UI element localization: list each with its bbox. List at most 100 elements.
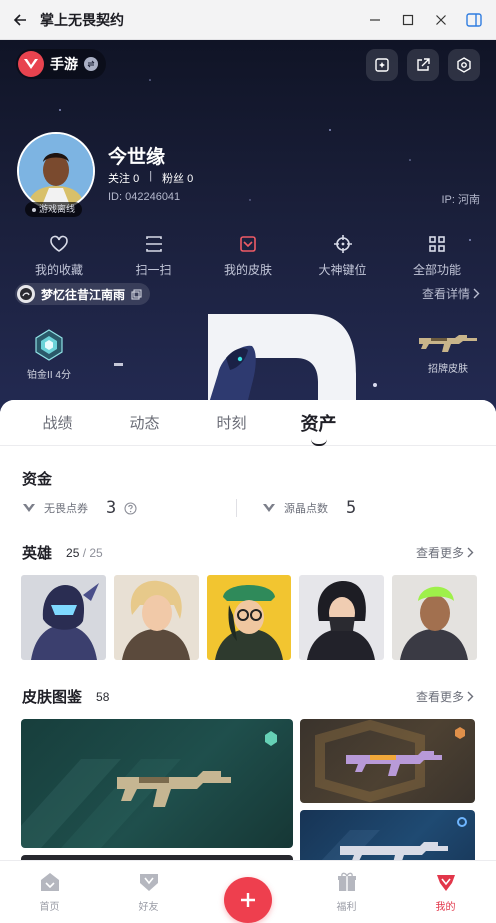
stat-separator: | <box>149 170 153 182</box>
fans-stat[interactable]: 粉丝 0 <box>162 170 193 186</box>
agent-portrait-icon <box>21 575 106 660</box>
bulldog-skin-icon <box>21 731 277 848</box>
agent-card[interactable] <box>299 575 385 660</box>
following-stat[interactable]: 关注 0 <box>108 170 139 186</box>
funds-row: 无畏点券 3 源晶点数 5 <box>22 493 474 523</box>
quick-nav-my-skins[interactable]: 我的皮肤 <box>205 234 291 278</box>
maximize-button[interactable] <box>391 0 424 40</box>
hero-actions <box>366 49 480 81</box>
agents-view-more[interactable]: 查看更多 <box>416 544 474 561</box>
quick-nav-favorites[interactable]: 我的收藏 <box>16 234 102 278</box>
phantom-skin-icon <box>315 719 465 803</box>
share-icon <box>417 58 430 71</box>
agents-title: 英雄 <box>22 545 53 562</box>
settings-hex-icon <box>457 57 471 73</box>
nav-benefits[interactable]: 福利 <box>297 861 396 923</box>
platinum-rank-icon <box>35 329 63 361</box>
team-logo-icon <box>17 285 35 303</box>
avatar-container[interactable]: 游戏离线 <box>17 132 95 217</box>
skins-count: 58 <box>96 689 110 704</box>
agent-card[interactable] <box>21 575 106 660</box>
team-name: 梦忆往昔江南雨 <box>41 287 126 302</box>
tab-feed[interactable]: 动态 <box>101 412 188 433</box>
agents-row <box>21 575 477 660</box>
agent-card[interactable] <box>206 575 292 660</box>
game-switch-chip[interactable]: 手游 <box>16 49 106 79</box>
window-title: 掌上无畏契约 <box>40 11 124 28</box>
agent-card[interactable] <box>113 575 199 660</box>
gift-icon <box>337 872 356 891</box>
team-chip[interactable]: 梦忆往昔江南雨 <box>15 283 151 305</box>
nav-profile[interactable]: 我的 <box>396 861 495 923</box>
chevron-right-icon <box>467 691 474 702</box>
brand-text: 手游 <box>50 56 78 72</box>
profile-tabs: 战绩 动态 时刻 资产 <box>0 400 496 446</box>
tab-assets[interactable]: 资产 <box>275 410 362 446</box>
bottom-nav: 首页 好友 福利 我的 <box>0 860 496 923</box>
ip-location: IP: 河南 <box>441 194 480 206</box>
nav-home[interactable]: 首页 <box>0 861 99 923</box>
create-post-button[interactable] <box>223 877 272 923</box>
maximize-icon <box>402 14 413 25</box>
swap-icon <box>84 57 98 71</box>
fund-vp-label: 无畏点券 <box>44 503 88 515</box>
help-icon[interactable] <box>124 501 137 515</box>
funds-title: 资金 <box>22 471 53 488</box>
tab-record[interactable]: 战绩 <box>14 412 101 433</box>
grid-icon <box>429 236 445 252</box>
agents-header: 英雄 25 / 25 查看更多 <box>22 542 474 563</box>
skin-card[interactable] <box>300 719 475 803</box>
back-button[interactable] <box>0 0 40 40</box>
settings-button[interactable] <box>448 49 480 81</box>
quick-nav-scan[interactable]: 扫一扫 <box>111 234 197 278</box>
agent-portrait-icon <box>113 575 199 660</box>
chevron-right-icon <box>473 288 480 299</box>
rifle-skin-icon <box>419 335 477 352</box>
funds-divider <box>236 499 237 517</box>
share-button[interactable] <box>407 49 439 81</box>
quick-nav-all-features[interactable]: 全部功能 <box>394 234 480 278</box>
agent-card[interactable] <box>392 575 477 660</box>
valorant-logo-icon <box>18 51 44 77</box>
scan-icon <box>145 236 162 252</box>
close-icon <box>435 14 446 25</box>
sidebar-toggle-button[interactable] <box>457 0 490 40</box>
minimize-button[interactable] <box>358 0 391 40</box>
close-button[interactable] <box>424 0 457 40</box>
minimize-icon <box>369 18 380 21</box>
quick-nav-pro-keybinds[interactable]: 大神键位 <box>300 234 386 278</box>
signature-skin[interactable]: 招牌皮肤 <box>416 330 480 375</box>
rank-badge[interactable]: 铂金II 4分 <box>22 328 76 381</box>
vandal-skin-icon <box>321 817 467 860</box>
fund-rp-label: 源晶点数 <box>284 503 328 515</box>
skins-title: 皮肤图鉴 <box>22 689 83 706</box>
tab-moments[interactable]: 时刻 <box>188 412 275 433</box>
fund-vp-value: 3 <box>106 498 117 518</box>
avatar <box>17 132 95 210</box>
fund-vp: 无畏点券 3 <box>22 498 248 518</box>
back-arrow-icon <box>13 13 26 26</box>
agent-portrait-icon <box>299 575 385 660</box>
nav-friends[interactable]: 好友 <box>99 861 198 923</box>
title-bar: 掌上无畏契约 <box>0 0 496 40</box>
nav-create[interactable] <box>198 861 297 923</box>
vp-currency-icon <box>23 504 35 512</box>
user-id: ID: 042246041 <box>108 191 181 203</box>
online-status-badge: 游戏离线 <box>25 202 83 217</box>
heart-icon <box>50 235 68 252</box>
plus-icon <box>240 893 255 907</box>
skins-view-more[interactable]: 查看更多 <box>416 688 474 705</box>
rp-currency-icon <box>263 504 275 512</box>
follow-stats: 关注 0 | 粉丝 0 <box>108 170 193 186</box>
edit-card-button[interactable] <box>366 49 398 81</box>
skin-card[interactable] <box>300 810 475 860</box>
agents-count: 25 / 25 <box>66 545 103 560</box>
view-detail-link[interactable]: 查看详情 <box>422 285 480 302</box>
home-icon <box>40 873 59 891</box>
fund-rp-value: 5 <box>346 498 357 518</box>
skin-card[interactable] <box>21 719 293 848</box>
skins-header: 皮肤图鉴 58 查看更多 <box>22 686 474 707</box>
chevron-right-icon <box>467 547 474 558</box>
copy-icon[interactable] <box>131 288 142 300</box>
sidebar-panel-icon <box>465 12 482 27</box>
